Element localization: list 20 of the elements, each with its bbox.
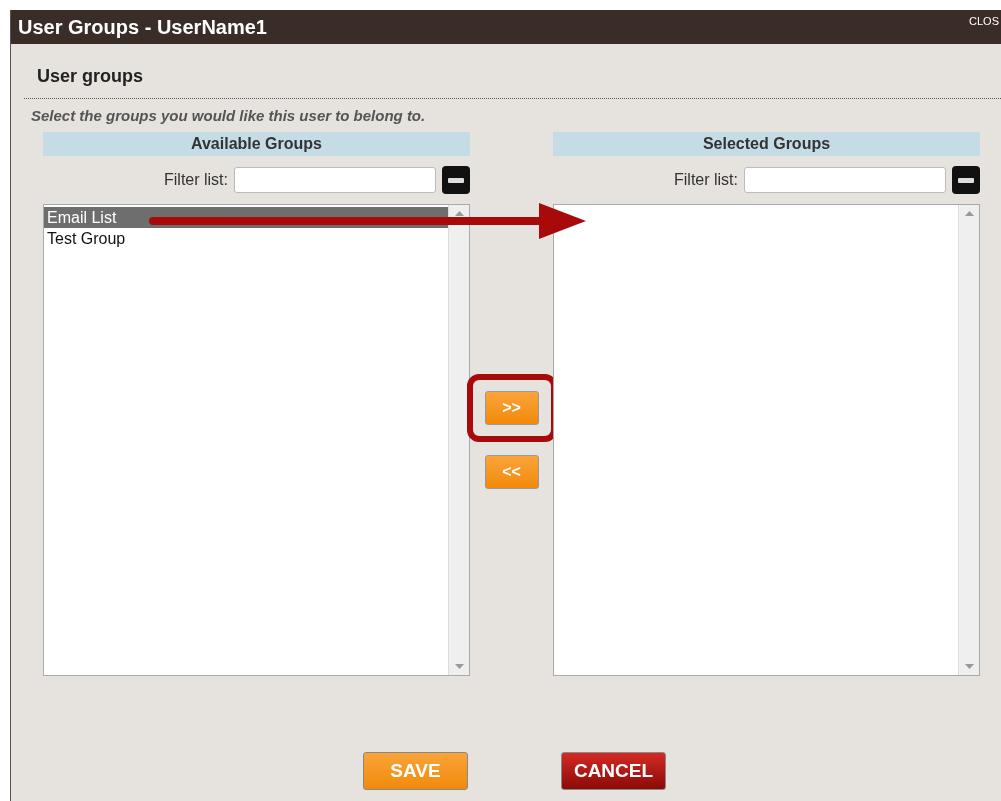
- panel-header: Selected Groups: [553, 132, 980, 156]
- scrollbar[interactable]: [958, 205, 979, 675]
- filter-field[interactable]: [234, 167, 436, 193]
- filter-field[interactable]: [744, 167, 946, 193]
- clear-filter-button[interactable]: [442, 166, 470, 194]
- panel-header: Available Groups: [43, 132, 470, 156]
- cancel-button[interactable]: CANCEL: [561, 752, 666, 790]
- scroll-up-icon[interactable]: [454, 211, 464, 216]
- clear-filter-button[interactable]: [952, 166, 980, 194]
- close-link[interactable]: CLOS: [969, 15, 999, 27]
- filter-label: Filter list:: [164, 171, 228, 189]
- instruction-text: Select the groups you would like this user to belong to.: [31, 107, 427, 124]
- scrollbar[interactable]: [448, 205, 469, 675]
- scroll-up-icon[interactable]: [964, 211, 974, 216]
- list-item[interactable]: Test Group: [44, 228, 448, 249]
- section-heading: User groups: [37, 66, 145, 87]
- scroll-down-icon[interactable]: [454, 664, 464, 669]
- filter-label: Filter list:: [674, 171, 738, 189]
- scroll-down-icon[interactable]: [964, 664, 974, 669]
- window-title: User Groups - UserName1: [18, 15, 267, 39]
